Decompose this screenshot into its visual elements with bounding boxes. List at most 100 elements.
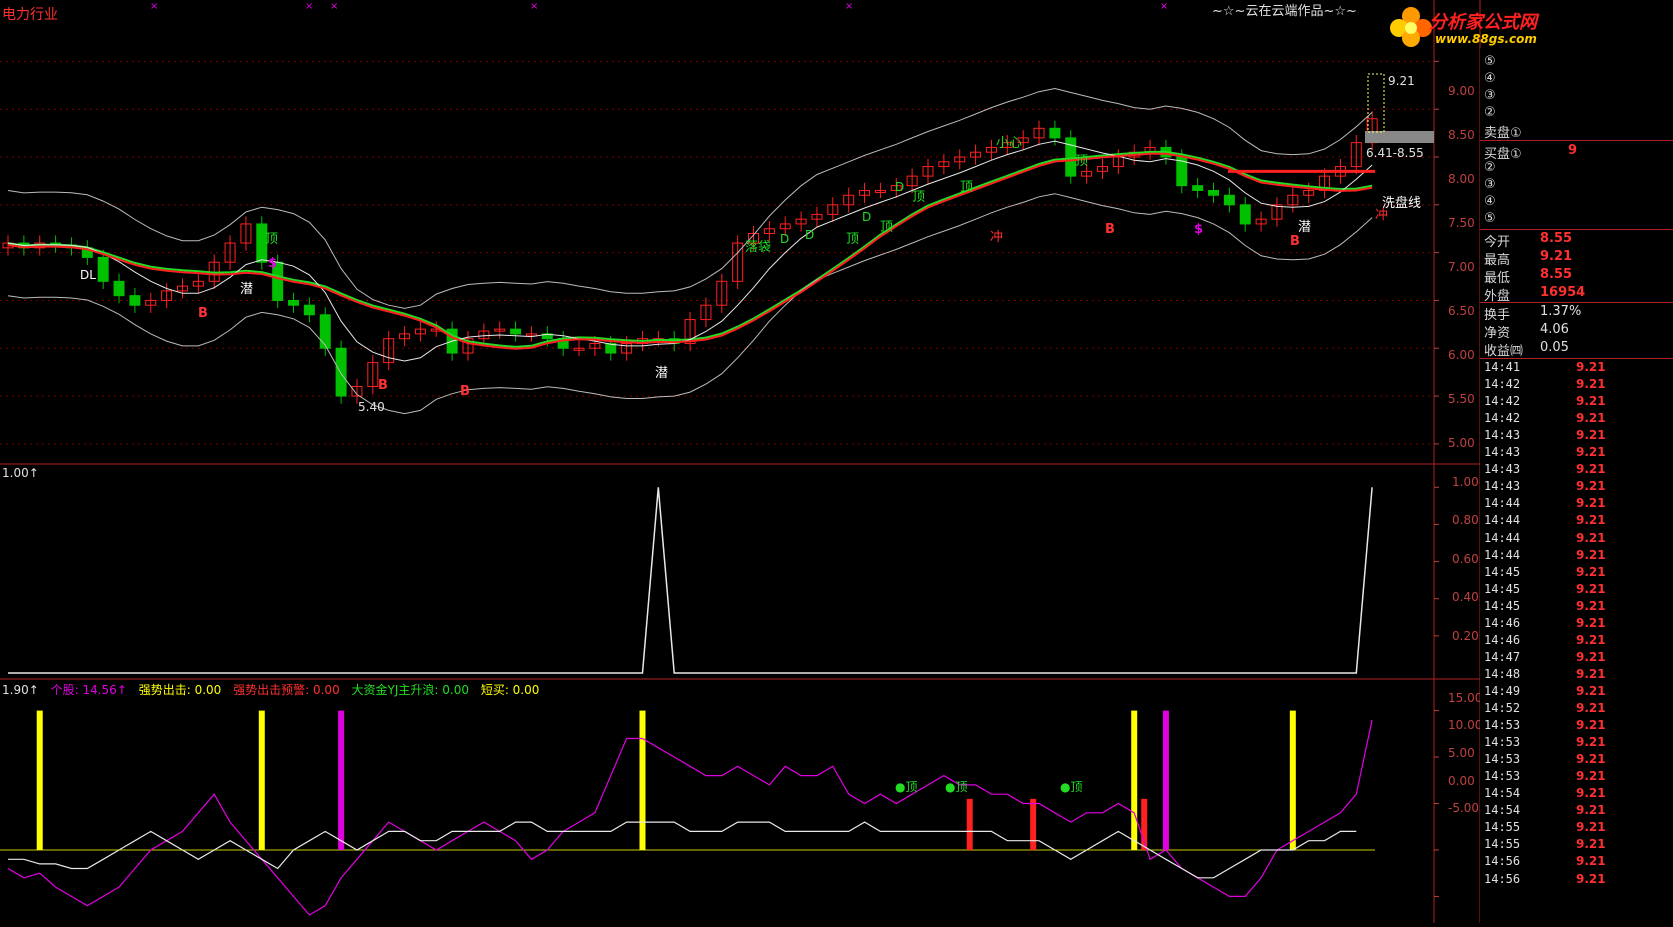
ask-row[interactable]: 卖盘① [1480, 122, 1673, 141]
b-label: B [1105, 222, 1115, 237]
upper-band-line [7, 87, 1373, 309]
stat-label: 最高 [1484, 253, 1511, 268]
tick-price: 9.21 [1576, 871, 1606, 886]
ask-row[interactable]: ④ [1480, 71, 1673, 88]
d-label: D [895, 180, 905, 194]
divider [1480, 358, 1673, 359]
tick-time: 14:54 [1484, 803, 1521, 818]
signal-bar [1131, 710, 1138, 850]
header-value: 短买: 0.00 [480, 683, 540, 697]
tick-price: 9.21 [1576, 530, 1606, 545]
bid-row[interactable]: ⑤ [1480, 211, 1673, 228]
tick-time: 14:43 [1484, 462, 1521, 477]
tick-row: 14:53 9.21 [1480, 752, 1673, 769]
tick-time: 14:44 [1484, 496, 1521, 511]
d-label: D [805, 228, 815, 242]
bid-row[interactable]: 买盘① 9 [1480, 143, 1673, 162]
tick-row: 14:43 9.21 [1480, 462, 1673, 479]
tick-row: 14:55 9.21 [1480, 820, 1673, 837]
ask-row[interactable]: ③ [1480, 88, 1673, 105]
tick-time: 14:54 [1484, 786, 1521, 801]
candle-body [319, 314, 331, 349]
stat-value: 1.37% [1540, 304, 1582, 319]
ask-row[interactable]: ② [1480, 105, 1673, 122]
tick-price: 9.21 [1576, 547, 1606, 562]
tick-time: 14:42 [1484, 394, 1521, 409]
tick-time: 14:42 [1484, 377, 1521, 392]
header-value: 大资金YJ主升浪: 0.00 [351, 683, 469, 697]
tick-time: 14:43 [1484, 428, 1521, 443]
tick-time: 14:55 [1484, 837, 1521, 852]
tick-row: 14:53 9.21 [1480, 718, 1673, 735]
chart-svg: × × × × × × [0, 0, 1481, 923]
tick-time: 14:42 [1484, 411, 1521, 426]
stat-label: 净资 [1484, 326, 1511, 341]
xipan-label: 洗盘线 [1382, 196, 1422, 211]
tick-price: 9.21 [1576, 496, 1606, 511]
ding-marker: ●顶 [1060, 780, 1083, 794]
ding-label: 顶 [912, 190, 926, 205]
tick-time: 14:43 [1484, 479, 1521, 494]
bid-value: 9 [1568, 143, 1578, 158]
bid-row[interactable]: ③ [1480, 177, 1673, 194]
bid-label: ② [1484, 160, 1496, 175]
lower-band-line [7, 193, 1373, 415]
tick-price: 9.21 [1576, 479, 1606, 494]
ding-label: 顶 [1075, 154, 1089, 169]
ask-row[interactable]: ⑤ [1480, 54, 1673, 71]
tick-price: 9.21 [1576, 649, 1606, 664]
high-price-label: 9.21 [1388, 74, 1415, 88]
warning-bar [966, 798, 973, 850]
ding-label: 顶 [960, 180, 974, 195]
candle-body [1192, 185, 1204, 191]
ding-label: 顶 [846, 232, 860, 247]
tick-price: 9.21 [1576, 581, 1606, 596]
tick-row: 14:42 9.21 [1480, 377, 1673, 394]
stat-row: 换手 1.37% [1480, 304, 1673, 323]
tick-price: 9.21 [1576, 513, 1606, 528]
tick-time: 14:48 [1484, 666, 1521, 681]
tick-time: 14:47 [1484, 649, 1521, 664]
sector-title: 电力行业 [2, 7, 58, 23]
bid-label: ③ [1484, 177, 1496, 192]
tick-row: 14:45 9.21 [1480, 582, 1673, 599]
bid-row[interactable]: ④ [1480, 194, 1673, 211]
candle-body [510, 328, 522, 335]
candle-body [113, 280, 125, 297]
cross-marker: × [845, 1, 853, 12]
stat-row: 最低 8.55 [1480, 267, 1673, 286]
b-label: B [198, 306, 208, 321]
candle-body [1223, 194, 1235, 206]
warning-bar [1030, 798, 1037, 850]
tick-time: 14:45 [1484, 598, 1521, 613]
tick-price: 9.21 [1576, 632, 1606, 647]
bid-row[interactable]: ② [1480, 160, 1673, 177]
tick-row: 14:49 9.21 [1480, 684, 1673, 701]
candle-body [335, 347, 347, 397]
tick-price: 9.21 [1576, 564, 1606, 579]
d-label: D [862, 210, 872, 224]
tick-price: 9.21 [1576, 428, 1606, 443]
tick-row: 14:44 9.21 [1480, 531, 1673, 548]
tick-row: 14:42 9.21 [1480, 411, 1673, 428]
mid-panel-header: 1.00↑ [2, 466, 39, 480]
signal-bar [258, 710, 265, 850]
tick-price: 9.21 [1576, 462, 1606, 477]
tick-time: 14:49 [1484, 683, 1521, 698]
candle-body [1049, 127, 1061, 139]
tick-row: 14:56 9.21 [1480, 872, 1673, 889]
stat-value: 0.05 [1540, 340, 1569, 355]
cross-marker: × [1160, 1, 1168, 12]
tick-time: 14:44 [1484, 513, 1521, 528]
tick-time: 14:52 [1484, 701, 1521, 715]
tick-row: 14:43 9.21 [1480, 445, 1673, 462]
tick-row: 14:44 9.21 [1480, 513, 1673, 530]
tick-row: 14:45 9.21 [1480, 565, 1673, 582]
stat-row: 净资 4.06 [1480, 322, 1673, 341]
tick-price: 9.21 [1576, 666, 1606, 681]
candle-body [129, 295, 141, 306]
chart-stage: × × × × × × 电力行业 ~☆~云在云端作品~☆~ 分析家公式网 www.88gs… [0, 0, 1673, 923]
tick-price: 9.21 [1576, 786, 1606, 801]
candle-body [1239, 204, 1251, 225]
low-panel-header: 1.90↑ 个股: 14.56↑ 强势出击: 0.00 强势出击预警: 0.00… [2, 681, 539, 697]
